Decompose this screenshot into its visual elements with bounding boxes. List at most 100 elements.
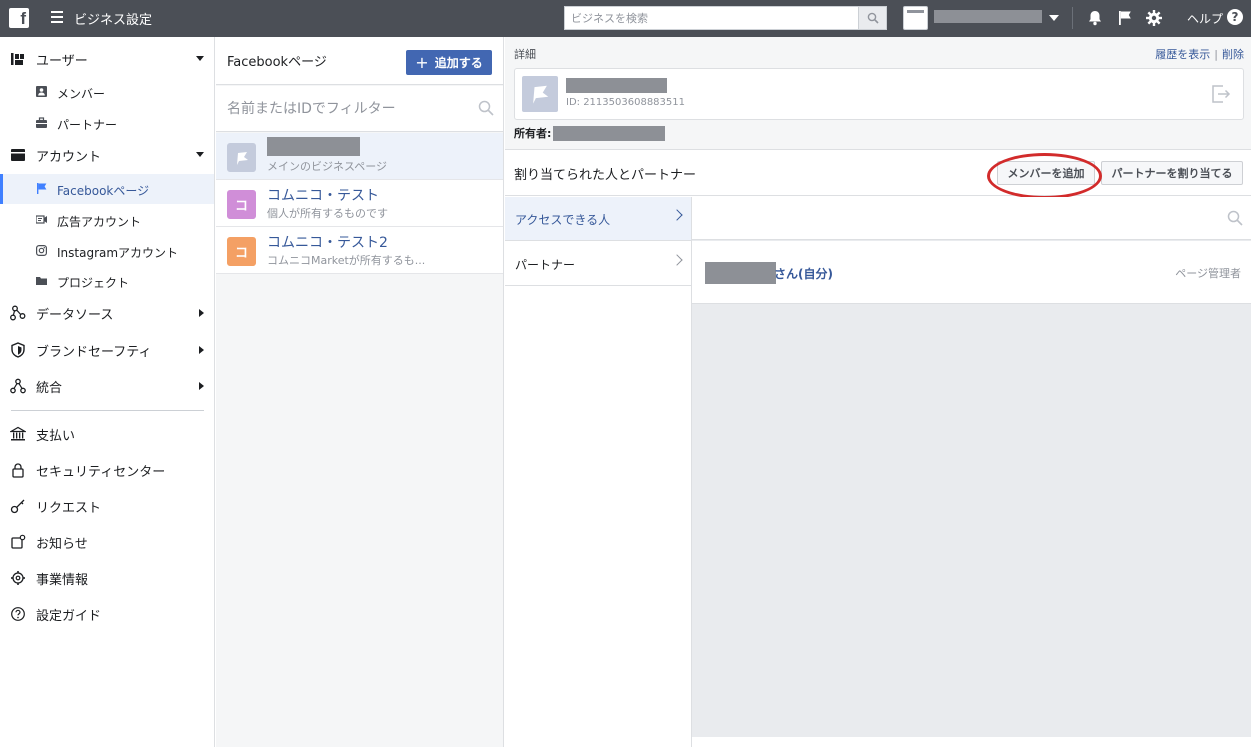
sidebar-item-projects[interactable]: プロジェクト xyxy=(0,266,214,296)
page-card: ID: 2113503608883511 xyxy=(514,68,1244,120)
help-icon[interactable]: ? xyxy=(1227,9,1243,25)
sidebar-item-ad-accounts[interactable]: 広告アカウント xyxy=(0,205,214,235)
business-search-input[interactable] xyxy=(565,7,858,29)
account-icon xyxy=(10,147,26,163)
sidebar-item-data-sources[interactable]: データソース xyxy=(0,298,214,328)
facebook-logo[interactable]: f xyxy=(9,8,29,28)
gear-icon[interactable] xyxy=(1145,9,1163,27)
top-bar: f ビジネス設定 ヘルプ ? xyxy=(0,0,1251,37)
question-icon xyxy=(10,606,26,622)
help-label[interactable]: ヘルプ xyxy=(1187,10,1223,27)
page-subtitle: メインのビジネスページ xyxy=(267,160,388,173)
member-name[interactable]: さん(自分) xyxy=(774,265,833,282)
pages-column: Facebookページ + 追加する メインのビジネスページ コ コムニコ・テス… xyxy=(216,37,504,747)
view-history-link[interactable]: 履歴を表示 xyxy=(1155,48,1210,61)
member-row[interactable]: さん(自分) ページ管理者 xyxy=(692,241,1251,304)
sidebar-item-label: Facebookページ xyxy=(57,184,150,198)
chevron-down-icon[interactable] xyxy=(1049,15,1059,21)
owner-row: 所有者: xyxy=(514,125,666,141)
users-icon xyxy=(10,51,26,67)
page-filter-input[interactable] xyxy=(216,86,466,131)
business-avatar[interactable] xyxy=(903,6,928,30)
owner-name-redacted xyxy=(553,125,666,141)
sidebar-item-label: ユーザー xyxy=(36,53,88,69)
sidebar-item-label: メンバー xyxy=(57,87,106,101)
page-subtitle: 個人が所有するものです xyxy=(267,207,388,220)
add-page-button[interactable]: + 追加する xyxy=(406,50,492,75)
sidebar-item-setup-guide[interactable]: 設定ガイド xyxy=(0,599,214,629)
member-panel-bottom xyxy=(692,737,1251,747)
flag-icon[interactable] xyxy=(1116,9,1134,27)
sidebar-item-label: セキュリティセンター xyxy=(36,464,166,480)
plus-icon: + xyxy=(415,52,429,72)
pages-column-header: Facebookページ + 追加する xyxy=(216,37,503,85)
key-icon xyxy=(10,498,26,514)
tab-partners[interactable]: パートナー xyxy=(505,242,691,286)
menu-icon[interactable] xyxy=(51,11,63,25)
detail-panel: 詳細 履歴を表示 | 削除 ID: 2113503608883511 所有者: 割り… xyxy=(505,37,1251,747)
chevron-down-icon xyxy=(196,56,204,61)
sidebar-item-partners[interactable]: パートナー xyxy=(0,108,214,138)
sidebar-item-payments[interactable]: 支払い xyxy=(0,419,214,449)
notification-icon xyxy=(10,534,26,550)
add-member-button[interactable]: メンバーを追加 xyxy=(997,161,1095,185)
page-name-redacted xyxy=(267,137,360,160)
page-subtitle: コムニコMarketが所有するも... xyxy=(267,254,426,267)
sidebar-item-members[interactable]: メンバー xyxy=(0,77,214,107)
sidebar-item-integrations[interactable]: 統合 xyxy=(0,371,214,401)
sidebar-item-label: アカウント xyxy=(36,149,102,165)
tab-people-with-access[interactable]: アクセスできる人 xyxy=(505,197,691,241)
integration-icon xyxy=(10,378,26,394)
sidebar-item-instagram-accounts[interactable]: Instagramアカウント xyxy=(0,236,214,266)
assign-partner-button[interactable]: パートナーを割り当てる xyxy=(1101,161,1243,185)
chevron-right-icon xyxy=(199,382,204,390)
bank-icon xyxy=(10,426,26,442)
assignment-tabs: アクセスできる人 パートナー xyxy=(505,197,692,747)
sidebar-item-accounts[interactable]: アカウント xyxy=(0,140,214,170)
shield-icon xyxy=(10,342,26,358)
page-list-item[interactable]: コ コムニコ・テスト 個人が所有するものです xyxy=(216,180,503,227)
sidebar-item-business-info[interactable]: 事業情報 xyxy=(0,563,214,593)
business-name-redacted[interactable] xyxy=(934,10,1042,23)
sidebar-item-security-center[interactable]: セキュリティセンター xyxy=(0,455,214,485)
sidebar-item-label: Instagramアカウント xyxy=(57,246,179,260)
sidebar-item-users[interactable]: ユーザー xyxy=(0,44,214,74)
sidebar-item-brand-safety[interactable]: ブランドセーフティ xyxy=(0,335,214,365)
data-source-icon xyxy=(10,305,26,321)
sidebar-item-notifications[interactable]: お知らせ xyxy=(0,527,214,557)
add-page-button-label: 追加する xyxy=(434,56,483,70)
member-role: ページ管理者 xyxy=(1175,267,1241,280)
sidebar-item-label: お知らせ xyxy=(36,536,88,552)
page-name: コムニコ・テスト2 xyxy=(267,235,388,251)
bell-icon[interactable] xyxy=(1086,9,1104,27)
assigned-people-bar: 割り当てられた人とパートナー メンバーを追加 パートナーを割り当てる xyxy=(505,151,1251,199)
chevron-right-icon xyxy=(671,209,683,221)
member-search-input[interactable] xyxy=(692,197,1212,239)
filter-box xyxy=(216,86,503,132)
sidebar-item-label: パートナー xyxy=(57,118,118,132)
chevron-right-icon xyxy=(199,346,204,354)
sidebar-item-label: データソース xyxy=(36,307,114,323)
briefcase-icon xyxy=(36,117,47,128)
exit-icon[interactable] xyxy=(1211,85,1231,103)
delete-link[interactable]: 削除 xyxy=(1222,48,1244,61)
folder-icon xyxy=(36,277,47,285)
sidebar-item-facebook-pages[interactable]: Facebookページ xyxy=(0,174,214,204)
person-badge-icon xyxy=(36,86,47,97)
member-search xyxy=(692,197,1251,240)
sidebar-item-label: プロジェクト xyxy=(57,276,130,290)
search-button[interactable] xyxy=(858,7,886,29)
flag-icon xyxy=(533,85,549,104)
page-list-item[interactable]: コ コムニコ・テスト2 コムニコMarketが所有するも... xyxy=(216,227,503,274)
page-list-item[interactable]: メインのビジネスページ xyxy=(216,133,503,180)
sidebar-item-label: 事業情報 xyxy=(36,572,89,588)
page-thumbnail xyxy=(522,76,558,112)
sidebar-item-label: 設定ガイド xyxy=(36,608,102,624)
sidebar-item-label: ブランドセーフティ xyxy=(36,344,152,360)
detail-section-label: 詳細 xyxy=(514,48,536,61)
sidebar-item-label: 支払い xyxy=(36,428,76,444)
sidebar-item-requests[interactable]: リクエスト xyxy=(0,491,214,521)
tab-label: パートナー xyxy=(515,258,576,272)
search-icon xyxy=(1227,210,1243,226)
link-separator: | xyxy=(1214,48,1218,61)
